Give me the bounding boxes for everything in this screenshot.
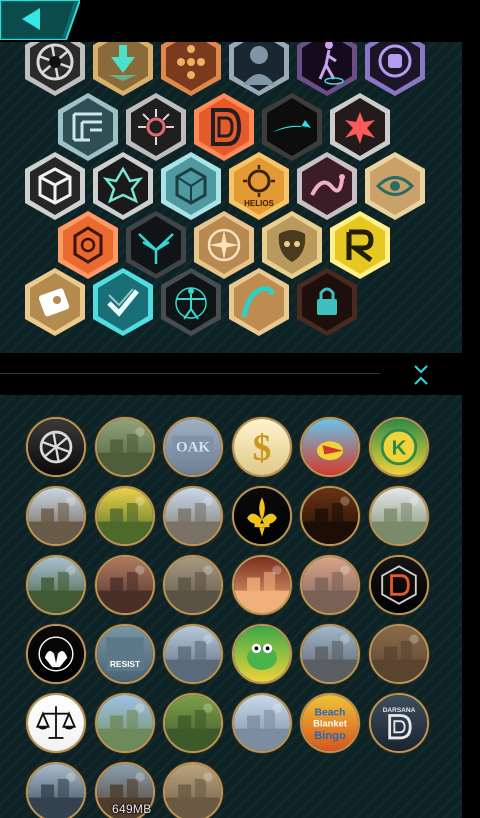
medal-text: RESIST [109, 659, 140, 669]
cathedral-photo [165, 488, 221, 544]
medal-m26[interactable] [94, 693, 155, 753]
medal-m21[interactable] [163, 624, 223, 684]
lake-photo [96, 695, 153, 751]
frog-cartoon-icon [233, 626, 290, 682]
darsana-logo-icon: DARSANA [370, 695, 427, 751]
medal-text: OAK [176, 440, 210, 456]
beer-glasses-photo [302, 488, 358, 544]
historic-marker-photo [28, 488, 84, 544]
badge-portrait[interactable] [228, 42, 290, 97]
medal-m30[interactable]: DARSANA [368, 693, 429, 753]
badge-walker[interactable] [296, 42, 358, 97]
marching-band-photo [28, 764, 84, 818]
helios-label: HELIOS [244, 199, 274, 208]
medal-m15[interactable] [163, 555, 223, 615]
medal-m1[interactable] [26, 417, 86, 477]
medal-m23[interactable] [300, 624, 360, 684]
medal-m29[interactable]: Beach Blanket Bingo [300, 693, 360, 753]
medal-m25[interactable] [26, 693, 86, 753]
door-photo [370, 626, 427, 682]
badge-hero[interactable] [92, 42, 154, 97]
city-of-kenner-seal: K [370, 419, 427, 475]
medal-m8[interactable] [94, 486, 155, 546]
riverboat-photo [165, 626, 221, 682]
medal-m33[interactable] [163, 762, 223, 818]
pelican-icon [302, 419, 358, 475]
medal-m14[interactable] [94, 555, 155, 615]
medal-m31[interactable] [26, 762, 86, 818]
mansion-photo [28, 557, 84, 613]
badge-aperture[interactable] [24, 42, 86, 97]
medal-m7[interactable] [26, 486, 86, 546]
top-bar [0, 0, 480, 42]
medal-m5[interactable] [300, 417, 360, 477]
medal-text: K [391, 436, 406, 459]
badge-dots[interactable] [160, 42, 222, 97]
medal-text-1: Beach [315, 708, 346, 719]
collapse-button[interactable] [408, 362, 434, 388]
storefront-photo [165, 557, 221, 613]
medal-m13[interactable] [26, 555, 86, 615]
medal-m16[interactable] [231, 555, 292, 615]
medal-m28[interactable] [231, 693, 292, 753]
medal-m3[interactable]: OAK [163, 417, 223, 477]
downtown-photo [302, 626, 358, 682]
medal-m20[interactable]: RESIST [94, 624, 155, 684]
medal-m19[interactable] [26, 624, 86, 684]
crowd-photo [96, 557, 153, 613]
scales-of-justice-icon [28, 695, 84, 751]
medal-m9[interactable] [163, 486, 223, 546]
white-house-photo [370, 488, 427, 544]
badge-check[interactable] [92, 267, 154, 337]
oak-sign-photo: OAK [165, 419, 221, 475]
oak-trees-photo [96, 419, 153, 475]
medal-m4[interactable]: $ [231, 417, 292, 477]
medal-text: $ [252, 428, 271, 469]
back-button[interactable] [0, 0, 82, 41]
d-logo-medal-icon [370, 557, 427, 613]
badge-scroll[interactable] [24, 267, 86, 337]
medal-m27[interactable] [163, 693, 223, 753]
daffodils-duck-photo [96, 488, 153, 544]
balcony-building-photo [165, 764, 221, 818]
medal-m12[interactable] [368, 486, 429, 546]
photo-medals-grid: OAK $ K RESIST Beach Blanket Bingo DARSANA [0, 395, 462, 818]
section-divider [0, 353, 462, 395]
medal-m6[interactable]: K [368, 417, 429, 477]
garden-house-photo [165, 695, 221, 751]
hands-medal-icon [28, 626, 84, 682]
medal-m17[interactable] [300, 555, 360, 615]
fleur-de-lis-icon [233, 488, 290, 544]
beach-blanket-bingo-sign: BeachBlanketBingo [302, 695, 358, 751]
medal-m11[interactable] [300, 486, 360, 546]
badge-wave[interactable] [228, 267, 290, 337]
medal-text-3: Bingo [314, 730, 346, 742]
medal-text-2: Blanket [313, 719, 347, 729]
divider-line [0, 373, 380, 374]
compass-icon [207, 228, 241, 262]
chapel-photo [233, 695, 290, 751]
medal-m2[interactable] [94, 417, 155, 477]
achievement-badges-grid: HELIOS [0, 42, 462, 353]
medal-m24[interactable] [368, 624, 429, 684]
memory-usage-label: 649MB [112, 802, 152, 816]
badge-vitruvian[interactable] [160, 267, 222, 337]
dollar-sign-icon: $ [233, 419, 290, 475]
aperture-medal-icon [28, 419, 84, 475]
medal-text: DARSANA [382, 707, 415, 714]
medal-m18[interactable] [368, 555, 429, 615]
medal-m22[interactable] [231, 624, 292, 684]
medal-m10[interactable] [231, 486, 292, 546]
badge-fist[interactable] [364, 42, 426, 97]
candle-photo [233, 557, 290, 613]
scroll-gutter [462, 395, 480, 818]
keep-calm-sign-photo: RESIST [96, 626, 153, 682]
badge-lock[interactable] [296, 267, 358, 337]
city-skyline-photo [302, 557, 358, 613]
collapse-chevrons-icon [414, 365, 428, 385]
medals-screen: HELIOS OAK $ K RESIST Beach Blanket Bing… [0, 0, 480, 818]
